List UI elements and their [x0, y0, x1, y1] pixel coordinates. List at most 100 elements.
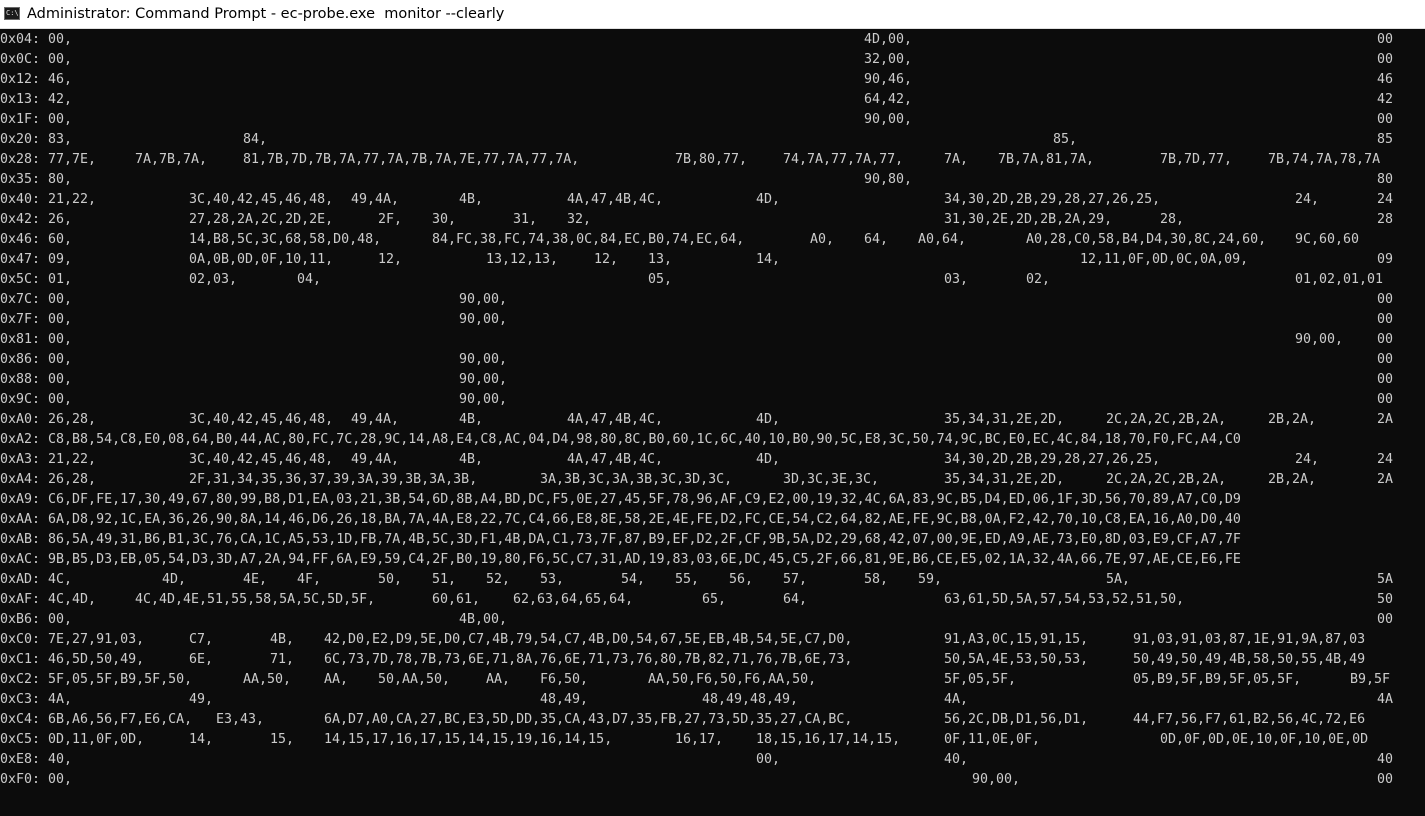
- register-values: 90,00,: [972, 772, 1021, 787]
- console-line: 0x7F: 00, 90,00, 00: [0, 310, 1425, 330]
- register-values: 5F,05,5F,: [944, 672, 1017, 687]
- register-readout: 0xA3: 21,22,: [0, 452, 97, 467]
- register-values: 49,4A,: [351, 412, 400, 427]
- register-values: 58,: [864, 572, 889, 587]
- register-values: 4B,: [459, 412, 484, 427]
- register-readout: 0x46: 60,: [0, 232, 73, 247]
- register-readout: 0xF0: 00,: [0, 772, 73, 787]
- register-readout: 0x04: 00,: [0, 32, 73, 47]
- register-values: 28,: [1160, 212, 1185, 227]
- register-readout: 0xAB: 86,5A,49,31,B6,B1,3C,76,CA,1C,A5,5…: [0, 532, 1241, 547]
- register-values: 50: [1377, 592, 1394, 607]
- console-line: 0x13: 42, 64,42, 42: [0, 90, 1425, 110]
- register-values: 14,: [189, 732, 214, 747]
- register-values: 12,11,0F,0D,0C,0A,09,: [1080, 252, 1249, 267]
- register-values: 4A,47,4B,4C,: [567, 452, 664, 467]
- console-line: 0xC2: 5F,05,5F,B9,5F,50, AA,50, AA, 50,AA,5…: [0, 670, 1425, 690]
- register-values: 24: [1377, 452, 1394, 467]
- register-values: 7B,80,77,: [675, 152, 748, 167]
- register-readout: 0x40: 21,22,: [0, 192, 97, 207]
- register-values: 00: [1377, 392, 1394, 407]
- register-values: 7A,: [944, 152, 969, 167]
- register-values: 55,: [675, 572, 700, 587]
- register-values: AA,: [324, 672, 349, 687]
- console-line: 0xF0: 00, 90,00, 00: [0, 770, 1425, 790]
- register-values: 00: [1377, 612, 1394, 627]
- console-line: 0x9C: 00, 90,00, 00: [0, 390, 1425, 410]
- console-line: 0x12: 46, 90,46, 46: [0, 70, 1425, 90]
- register-values: AA,: [486, 672, 511, 687]
- register-values: 02,03,: [189, 272, 238, 287]
- register-values: 4B,00,: [459, 612, 508, 627]
- register-values: 9C,60,60: [1295, 232, 1360, 247]
- register-values: 49,4A,: [351, 452, 400, 467]
- console-line: 0xB6: 00, 4B,00, 00: [0, 610, 1425, 630]
- title-bar[interactable]: C:\ Administrator: Command Prompt - ec-p…: [0, 0, 1425, 29]
- register-readout: 0xB6: 00,: [0, 612, 73, 627]
- console-line: 0x46: 60, 14,B8,5C,3C,68,58,D0,48, 84,FC,3…: [0, 230, 1425, 250]
- register-values: 30,: [432, 212, 457, 227]
- register-values: 4A,47,4B,4C,: [567, 412, 664, 427]
- register-values: 85: [1377, 132, 1394, 147]
- register-readout: 0x0C: 00,: [0, 52, 73, 67]
- console-line: 0xAA: 6A,D8,92,1C,EA,36,26,90,8A,14,46,D…: [0, 510, 1425, 530]
- register-values: 80: [1377, 172, 1394, 187]
- register-values: 00: [1377, 52, 1394, 67]
- console-line: 0x04: 00, 4D,00, 00: [0, 30, 1425, 50]
- register-values: 4A: [1377, 692, 1394, 707]
- console-output[interactable]: 0x04: 00, 4D,00, 00 0x0C: 00, 32,00, 00 0x12: …: [0, 30, 1425, 816]
- register-values: 4D,: [756, 412, 781, 427]
- register-values: 28: [1377, 212, 1394, 227]
- register-values: 91,A3,0C,15,91,15,: [944, 632, 1089, 647]
- register-values: 84,: [243, 132, 268, 147]
- register-values: 42,D0,E2,D9,5E,D0,C7,4B,79,54,C7,4B,D0,5…: [324, 632, 853, 647]
- register-values: 42: [1377, 92, 1394, 107]
- register-values: 03,: [944, 272, 969, 287]
- register-values: 65,: [702, 592, 727, 607]
- register-values: 6A,D7,A0,CA,27,BC,E3,5D,DD,35,CA,43,D7,3…: [324, 712, 853, 727]
- register-values: 0F,11,0E,0F,: [944, 732, 1041, 747]
- register-readout: 0x12: 46,: [0, 72, 73, 87]
- register-values: 27,28,2A,2C,2D,2E,: [189, 212, 334, 227]
- register-values: 64,: [864, 232, 889, 247]
- register-values: 12,: [594, 252, 619, 267]
- register-values: A0,64,: [918, 232, 967, 247]
- register-values: 24,: [1295, 192, 1320, 207]
- register-values: 50,49,50,49,4B,58,50,55,4B,49: [1133, 652, 1366, 667]
- command-prompt-window: C:\ Administrator: Command Prompt - ec-p…: [0, 0, 1425, 816]
- register-values: F6,50,: [540, 672, 589, 687]
- register-values: AA,50,F6,50,F6,AA,50,: [648, 672, 817, 687]
- register-values: 2F,31,34,35,36,37,39,3A,39,3B,3A,3B,: [189, 472, 478, 487]
- console-line: 0x81: 00, 90,00, 00: [0, 330, 1425, 350]
- register-values: 2F,: [378, 212, 403, 227]
- register-values: 4B,: [459, 452, 484, 467]
- register-values: 46: [1377, 72, 1394, 87]
- register-readout: 0x81: 00,: [0, 332, 73, 347]
- register-values: 50,5A,4E,53,50,53,: [944, 652, 1089, 667]
- command-prompt-icon: C:\: [4, 7, 20, 20]
- register-values: 02,: [1026, 272, 1051, 287]
- register-values: 49,4A,: [351, 192, 400, 207]
- console-line: 0x0C: 00, 32,00, 00: [0, 50, 1425, 70]
- register-values: 00: [1377, 772, 1394, 787]
- register-values: 59,: [918, 572, 943, 587]
- console-line: 0x28: 77,7E, 7A,7B,7A, 81,7B,7D,7B,7A,77,7…: [0, 150, 1425, 170]
- register-values: 4A,: [944, 692, 969, 707]
- register-values: 90,00,: [459, 312, 508, 327]
- register-values: 7B,7D,77,: [1160, 152, 1233, 167]
- register-values: B9,5F: [1350, 672, 1391, 687]
- register-values: 00: [1377, 372, 1394, 387]
- console-line: 0xC4: 6B,A6,56,F7,E6,CA, E3,43, 6A,D7,A0,C…: [0, 710, 1425, 730]
- register-readout: 0xA0: 26,28,: [0, 412, 97, 427]
- register-values: 48,49,: [540, 692, 589, 707]
- register-values: 12,: [378, 252, 403, 267]
- register-values: 32,00,: [864, 52, 913, 67]
- console-line: 0x40: 21,22, 3C,40,42,45,46,48, 49,4A, 4B, 4…: [0, 190, 1425, 210]
- register-values: 09: [1377, 252, 1394, 267]
- register-values: 14,B8,5C,3C,68,58,D0,48,: [189, 232, 382, 247]
- register-values: 14,15,17,16,17,15,14,15,19,16,14,15,: [324, 732, 613, 747]
- register-readout: 0xA4: 26,28,: [0, 472, 97, 487]
- register-values: 90,46,: [864, 72, 913, 87]
- register-values: 64,42,: [864, 92, 913, 107]
- console-line: 0xA9: C6,DF,FE,17,30,49,67,80,99,B8,D1,E…: [0, 490, 1425, 510]
